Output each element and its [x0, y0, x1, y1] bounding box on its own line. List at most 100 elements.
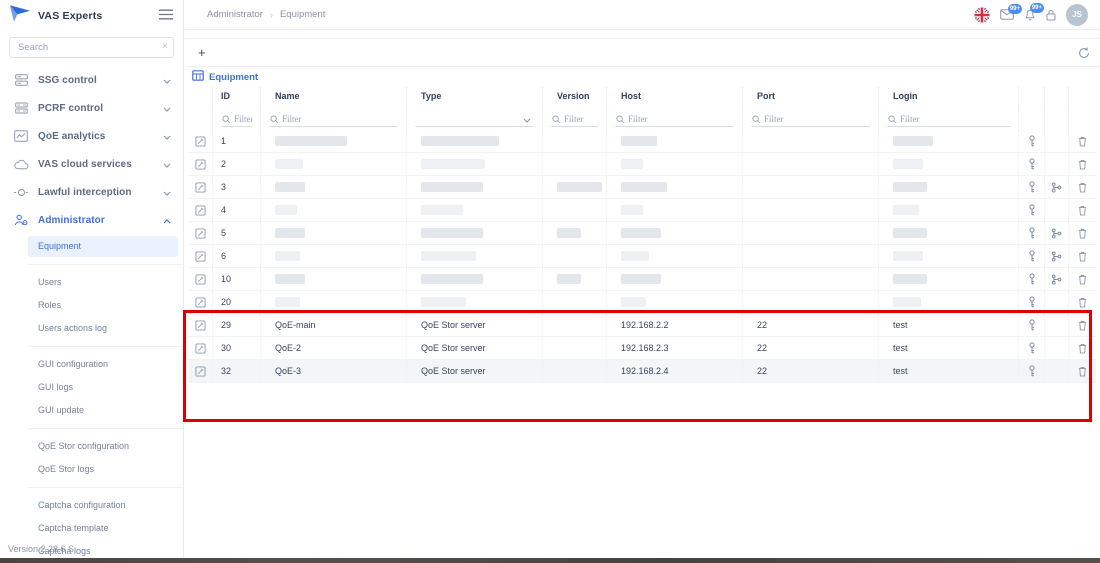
submenu-divider [28, 428, 183, 429]
sidebar-item-ssg-control[interactable]: SSG control [0, 66, 183, 94]
key-icon[interactable] [1019, 153, 1045, 175]
sidebar-item-lawful-interception[interactable]: Lawful interception [0, 178, 183, 206]
chevron-down-icon [163, 155, 171, 173]
column-header-version[interactable]: Version [543, 87, 607, 105]
hamburger-menu-icon[interactable] [159, 7, 173, 25]
notifications-bell-icon[interactable]: 99+ [1024, 8, 1036, 21]
administrator-submenu: Equipment Users Roles Users actions log … [0, 236, 183, 562]
redacted-value [893, 159, 923, 169]
branch-icon[interactable] [1045, 176, 1069, 198]
brand-name: VAS Experts [38, 10, 153, 22]
add-row-button[interactable]: + [198, 46, 206, 59]
delete-icon[interactable] [1069, 176, 1095, 198]
header-spacer [1069, 87, 1095, 105]
sidebar-subitem-roles[interactable]: Roles [28, 295, 178, 316]
delete-icon[interactable] [1069, 245, 1095, 267]
sidebar-item-vas-cloud-services[interactable]: VAS cloud services [0, 150, 183, 178]
delete-icon[interactable] [1069, 130, 1095, 152]
sidebar-subitem-users-actions-log[interactable]: Users actions log [28, 318, 178, 339]
sidebar-subitem-gui-update[interactable]: GUI update [28, 400, 178, 421]
branch-icon[interactable] [1045, 222, 1069, 244]
column-header-host[interactable]: Host [607, 87, 743, 105]
table-row[interactable]: 1 [189, 130, 1096, 153]
sidebar-subitem-qoe-stor-configuration[interactable]: QoE Stor configuration [28, 436, 178, 457]
sidebar-item-pcrf-control[interactable]: PCRF control [0, 94, 183, 122]
table-row[interactable]: 2 [189, 153, 1096, 176]
redacted-value [621, 251, 649, 261]
language-flag-icon[interactable] [974, 7, 990, 23]
cards-icon [13, 102, 29, 114]
sidebar-subitem-captcha-configuration[interactable]: Captcha configuration [28, 495, 178, 516]
cell-type [407, 199, 543, 221]
key-icon[interactable] [1019, 176, 1045, 198]
filter-input-login[interactable] [887, 114, 1010, 127]
search-icon [270, 115, 279, 124]
edit-icon[interactable] [189, 199, 213, 221]
table-icon [192, 68, 204, 86]
key-icon[interactable] [1019, 130, 1045, 152]
cell-version [543, 176, 607, 198]
delete-icon[interactable] [1069, 268, 1095, 290]
key-icon[interactable] [1019, 222, 1045, 244]
column-header-id[interactable]: ID [213, 87, 261, 105]
redacted-value [893, 205, 919, 215]
filter-input-host[interactable] [615, 114, 734, 127]
filter-input-port[interactable] [751, 114, 870, 127]
chevron-up-icon [163, 211, 171, 229]
sidebar-subitem-users[interactable]: Users [28, 272, 178, 293]
edit-icon[interactable] [189, 153, 213, 175]
column-header-name[interactable]: Name [261, 87, 407, 105]
branch-icon[interactable] [1045, 268, 1069, 290]
edit-icon[interactable] [189, 130, 213, 152]
filter-input-name[interactable] [269, 114, 398, 127]
equipment-tab[interactable]: Equipment [185, 66, 1100, 87]
search-icon [616, 115, 625, 124]
delete-icon[interactable] [1069, 222, 1095, 244]
search-input[interactable] [9, 37, 174, 58]
row-id: 5 [213, 222, 261, 244]
sidebar-item-qoe-analytics[interactable]: QoE analytics [0, 122, 183, 150]
row-id: 10 [213, 268, 261, 290]
messages-icon[interactable]: 99+ [1000, 9, 1014, 20]
type-filter-select[interactable] [415, 110, 534, 127]
messages-count-badge: 99+ [1008, 4, 1022, 14]
column-header-port[interactable]: Port [743, 87, 879, 105]
table-row[interactable]: 10 [189, 268, 1096, 291]
sidebar-subitem-captcha-template[interactable]: Captcha template [28, 518, 178, 539]
user-avatar[interactable]: JS [1066, 4, 1088, 26]
interception-icon [13, 188, 29, 197]
column-header-login[interactable]: Login [879, 87, 1019, 105]
key-icon[interactable] [1019, 245, 1045, 267]
branch-icon[interactable] [1045, 245, 1069, 267]
redacted-value [557, 182, 602, 192]
branch-slot [1045, 130, 1069, 152]
table-row[interactable]: 3 [189, 176, 1096, 199]
sidebar-subitem-gui-logs[interactable]: GUI logs [28, 377, 178, 398]
edit-icon[interactable] [189, 268, 213, 290]
key-icon[interactable] [1019, 268, 1045, 290]
refresh-icon[interactable] [1078, 47, 1090, 59]
cell-version [543, 245, 607, 267]
search-clear-icon[interactable]: × [162, 41, 168, 53]
delete-icon[interactable] [1069, 199, 1095, 221]
edit-icon[interactable] [189, 176, 213, 198]
redacted-value [421, 228, 483, 238]
delete-icon[interactable] [1069, 153, 1095, 175]
edit-icon[interactable] [189, 222, 213, 244]
column-header-type[interactable]: Type [407, 87, 543, 105]
edit-icon[interactable] [189, 245, 213, 267]
table-row[interactable]: 6 [189, 245, 1096, 268]
key-icon[interactable] [1019, 199, 1045, 221]
cell-version [543, 222, 607, 244]
lock-icon[interactable] [1046, 9, 1056, 21]
breadcrumb-parent[interactable]: Administrator [207, 9, 263, 20]
table-row[interactable]: 5 [189, 222, 1096, 245]
submenu-divider [28, 487, 183, 488]
vas-experts-logo-icon [8, 3, 32, 29]
sidebar-subitem-equipment[interactable]: Equipment [28, 236, 178, 257]
sidebar-subitem-gui-configuration[interactable]: GUI configuration [28, 354, 178, 375]
sidebar-item-administrator[interactable]: Administrator [0, 206, 183, 234]
sidebar-subitem-qoe-stor-logs[interactable]: QoE Stor logs [28, 459, 178, 480]
table-row[interactable]: 4 [189, 199, 1096, 222]
cell-host [607, 268, 743, 290]
